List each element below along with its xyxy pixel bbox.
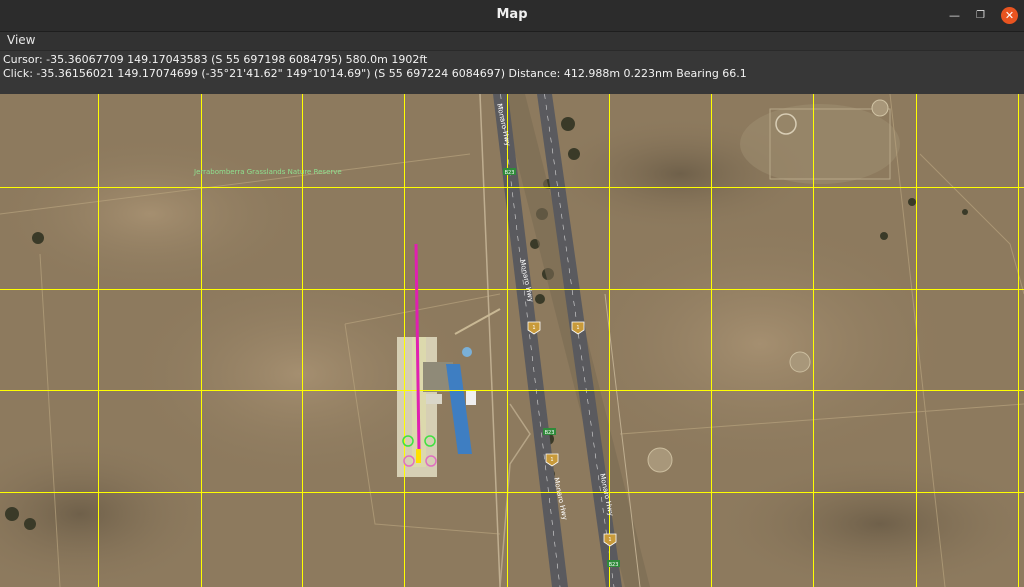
cursor-readout: Cursor: -35.36067709 149.17043583 (S 55 … xyxy=(3,53,428,66)
svg-text:1: 1 xyxy=(532,325,535,331)
menu-bar: View xyxy=(0,32,1024,50)
svg-text:B23: B23 xyxy=(545,430,555,436)
route-shield: B23 xyxy=(607,560,620,568)
minimize-icon[interactable]: — xyxy=(946,7,963,24)
route-shield: B23 xyxy=(503,168,516,176)
map-view[interactable]: B23 B23 B23 1 1 1 1 Monaro Hwy Monaro Hw… xyxy=(0,94,1024,587)
water-tank xyxy=(462,347,472,357)
building xyxy=(426,394,442,404)
map-canvas[interactable]: B23 B23 B23 1 1 1 1 Monaro Hwy Monaro Hw… xyxy=(0,94,1024,587)
dam xyxy=(789,351,811,373)
click-readout: Click: -35.36156021 149.17074699 (-35°21… xyxy=(3,67,747,80)
vehicle-marker xyxy=(416,449,421,463)
site-marker xyxy=(871,99,889,117)
building xyxy=(466,391,476,405)
svg-text:1: 1 xyxy=(608,537,611,543)
close-icon[interactable]: ✕ xyxy=(1001,7,1018,24)
svg-text:1: 1 xyxy=(576,325,579,331)
reserve-label: Jerrabomberra Grasslands Nature Reserve xyxy=(193,168,342,176)
window-title: Map xyxy=(496,7,528,22)
title-bar: Map — ❐ ✕ xyxy=(0,0,1024,32)
svg-text:B23: B23 xyxy=(609,562,619,568)
svg-text:B23: B23 xyxy=(505,170,515,176)
coordinate-readout: Cursor: -35.36067709 149.17043583 (S 55 … xyxy=(0,50,1024,95)
svg-text:1: 1 xyxy=(550,457,553,463)
restore-icon[interactable]: ❐ xyxy=(972,7,989,24)
menu-view[interactable]: View xyxy=(7,33,35,47)
dam xyxy=(647,447,673,473)
route-shield: B23 xyxy=(543,428,556,436)
